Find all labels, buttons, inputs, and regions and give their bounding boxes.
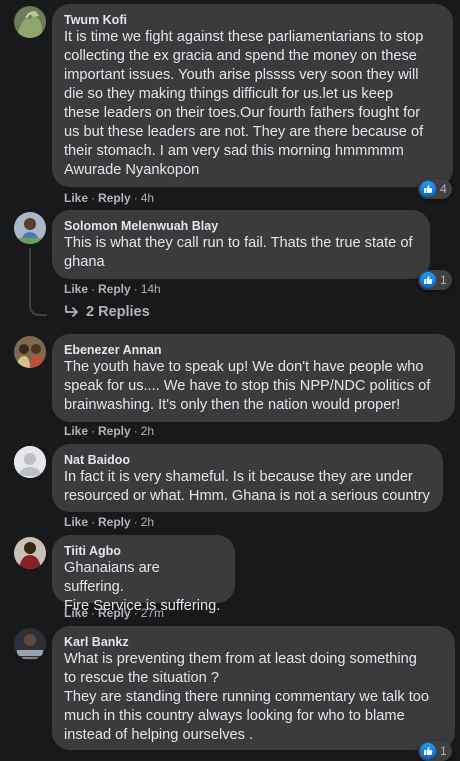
reply-link[interactable]: Reply xyxy=(98,424,131,438)
avatar-karl-bankz[interactable] xyxy=(14,628,46,660)
like-thumb-icon xyxy=(420,743,436,759)
comment-time[interactable]: 4h xyxy=(141,191,154,205)
comment-text: What is preventing them from at least do… xyxy=(64,651,430,743)
comment-bubble: Solomon Melenwuah Blay This is what they… xyxy=(52,210,430,279)
like-link[interactable]: Like xyxy=(64,282,88,296)
like-link[interactable]: Like xyxy=(64,424,88,438)
replies-label: 2 Replies xyxy=(86,304,150,320)
like-link[interactable]: Like xyxy=(64,606,88,620)
like-link[interactable]: Like xyxy=(64,515,88,529)
reaction-summary[interactable]: 1 xyxy=(418,270,452,290)
comment-author[interactable]: Tiiti Agbo xyxy=(64,543,223,559)
comment-bubble: Karl Bankz What is preventing them from … xyxy=(52,626,455,750)
comment-actions: Like · Reply · 4h xyxy=(64,191,155,205)
thread-connector-line xyxy=(29,248,47,316)
comment-actions: Like · Reply · 2h xyxy=(64,424,155,438)
reply-link[interactable]: Reply xyxy=(98,282,131,296)
like-thumb-icon xyxy=(420,181,436,197)
comment-actions: Like · Reply · 2h xyxy=(64,515,155,529)
comment-author[interactable]: Nat Baidoo xyxy=(64,452,431,468)
reaction-summary[interactable]: 1 xyxy=(418,741,452,761)
reply-link[interactable]: Reply xyxy=(98,606,131,620)
comment-bubble: Nat Baidoo In fact it is very shameful. … xyxy=(52,444,443,512)
comment-text: This is what they call run to fail. That… xyxy=(64,235,413,270)
comment-author[interactable]: Twum Kofi xyxy=(64,12,441,28)
reaction-count: 1 xyxy=(440,744,447,758)
comment-bubble: Tiiti Agbo Ghanaians are suffering. Fire… xyxy=(52,535,235,614)
reaction-count: 1 xyxy=(440,273,447,287)
comment-author[interactable]: Karl Bankz xyxy=(64,634,443,650)
avatar-tiiti-agbo[interactable] xyxy=(14,537,46,569)
reply-link[interactable]: Reply xyxy=(98,191,131,205)
comment-time[interactable]: 2h xyxy=(141,515,154,529)
comment-time[interactable]: 14h xyxy=(141,282,161,296)
avatar-twum-kofi[interactable] xyxy=(14,6,46,38)
comment-text: It is time we fight against these parlia… xyxy=(64,29,424,178)
comment-author[interactable]: Ebenezer Annan xyxy=(64,342,443,358)
avatar-ebenezer-annan[interactable] xyxy=(14,336,46,368)
like-thumb-icon xyxy=(420,272,436,288)
comment-bubble: Twum Kofi It is time we fight against th… xyxy=(52,4,453,187)
comment-text: The youth have to speak up! We don't hav… xyxy=(64,359,431,413)
comment-text: In fact it is very shameful. Is it becau… xyxy=(64,469,430,504)
comment-actions: Like · Reply · 27m xyxy=(64,606,165,620)
view-replies-link[interactable]: 2 Replies xyxy=(64,304,150,320)
comment-bubble: Ebenezer Annan The youth have to speak u… xyxy=(52,334,455,422)
comment-author[interactable]: Solomon Melenwuah Blay xyxy=(64,218,418,234)
like-link[interactable]: Like xyxy=(64,191,88,205)
comment-time[interactable]: 2h xyxy=(141,424,154,438)
avatar-solomon-blay[interactable] xyxy=(14,212,46,244)
comment-time[interactable]: 27m xyxy=(141,606,164,620)
comment-actions: Like · Reply · 14h xyxy=(64,282,161,296)
default-avatar-icon[interactable] xyxy=(14,446,46,478)
reply-link[interactable]: Reply xyxy=(98,515,131,529)
reaction-count: 4 xyxy=(440,182,447,196)
reaction-summary[interactable]: 4 xyxy=(418,179,452,199)
reply-arrow-icon xyxy=(65,305,78,317)
